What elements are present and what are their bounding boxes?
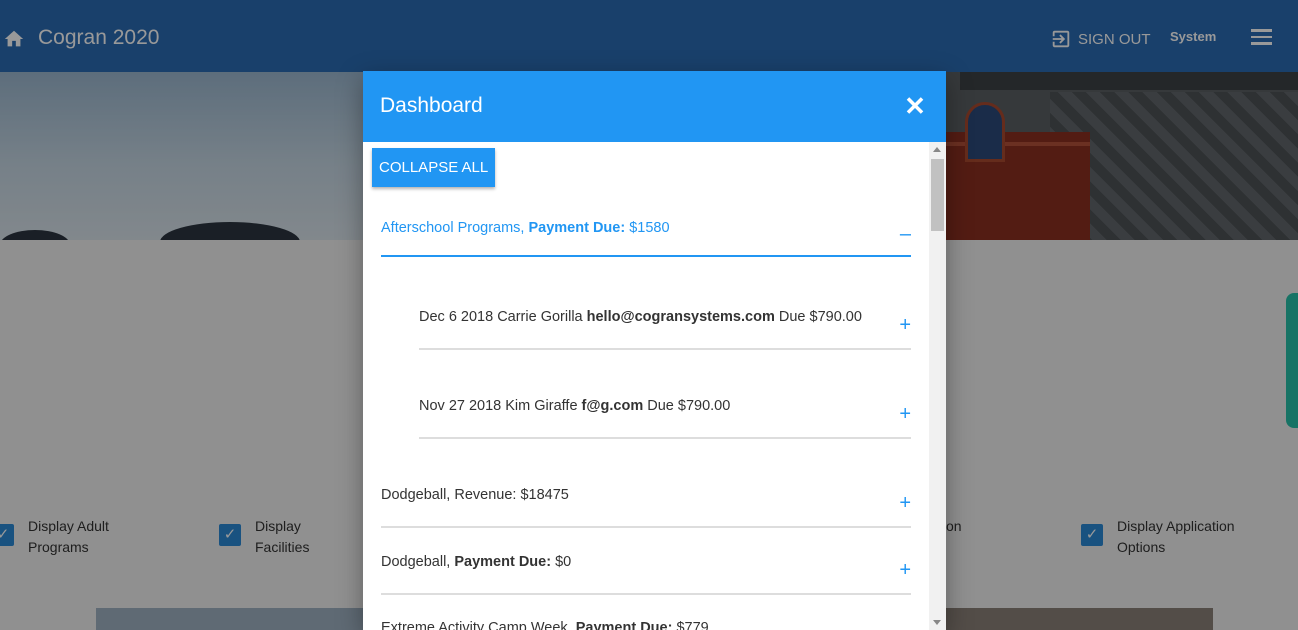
row-divider (419, 348, 911, 350)
scroll-down-arrow-icon[interactable] (933, 620, 941, 625)
row-divider (381, 526, 911, 528)
accordion-row-dodgeball-payment[interactable]: Dodgeball, Payment Due: $0 + (381, 554, 911, 596)
accordion-row-dodgeball-revenue[interactable]: Dodgeball, Revenue: $18475 + (381, 487, 911, 529)
accordion-subrow-kim-giraffe[interactable]: Nov 27 2018 Kim Giraffe f@g.com Due $790… (419, 398, 911, 440)
row-divider (419, 437, 911, 439)
close-icon[interactable]: ✕ (902, 93, 928, 119)
accordion-row-afterschool-programs[interactable]: Afterschool Programs, Payment Due: $1580… (381, 220, 911, 258)
dialog-scrollbar[interactable] (929, 142, 946, 630)
dialog-title: Dashboard (380, 94, 483, 117)
row-divider (381, 593, 911, 595)
expand-icon[interactable]: + (899, 493, 911, 513)
row-divider (381, 255, 911, 257)
dashboard-dialog: Dashboard ✕ COLLAPSE ALL Afterschool Pro… (363, 71, 946, 630)
expand-icon[interactable]: + (899, 315, 911, 335)
accordion-row-extreme-activity-camp[interactable]: Extreme Activity Camp Week, Payment Due:… (381, 620, 911, 630)
scrollbar-thumb[interactable] (931, 159, 944, 231)
expand-icon[interactable]: + (899, 560, 911, 580)
accordion-subrow-carrie-gorilla[interactable]: Dec 6 2018 Carrie Gorilla hello@cogransy… (419, 309, 911, 351)
dialog-header: Dashboard ✕ (363, 71, 946, 142)
collapse-icon[interactable]: – (900, 224, 911, 244)
dialog-body: COLLAPSE ALL Afterschool Programs, Payme… (363, 142, 929, 630)
expand-icon[interactable]: + (899, 404, 911, 424)
scroll-up-arrow-icon[interactable] (933, 147, 941, 152)
collapse-all-button[interactable]: COLLAPSE ALL (372, 148, 496, 187)
